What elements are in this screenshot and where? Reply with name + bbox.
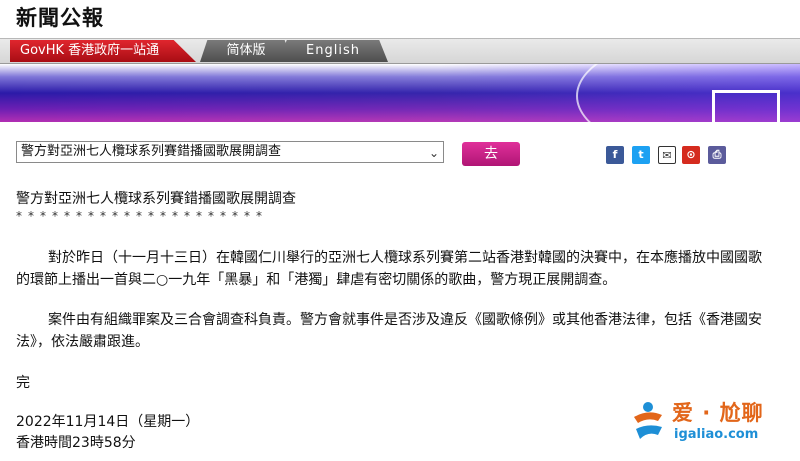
weibo-share-icon[interactable]: ⊙ [682,146,700,164]
article-title: 警方對亞洲七人欖球系列賽錯播國歌展開調查 [16,191,296,207]
watermark-url: igaliao.com [674,427,759,442]
simplified-chinese-link[interactable]: 简体版 [200,40,292,62]
english-link[interactable]: English [278,40,388,62]
end-mark: 完 [16,375,30,391]
press-release-select[interactable]: 警方對亞洲七人欖球系列賽錯播國歌展開調查 ⌄ [16,141,444,163]
page-title: 新聞公報 [16,6,104,30]
banner-decoration [576,64,800,122]
govhk-link[interactable]: GovHK 香港政府一站通 [10,40,196,62]
header-banner [0,64,800,122]
chevron-down-icon: ⌄ [428,146,439,160]
print-icon[interactable]: ⎙ [708,146,726,164]
watermark-text: 爱 · 尬聊 [672,401,764,425]
publish-date: 2022年11月14日（星期一） [16,414,200,430]
banner-decoration [712,90,780,93]
go-button[interactable]: 去 [462,142,520,166]
twitter-share-icon[interactable]: t [632,146,650,164]
publish-time: 香港時間23時58分 [16,435,136,451]
facebook-share-icon[interactable]: f [606,146,624,164]
top-navigation-bar: GovHK 香港政府一站通 简体版 English [0,38,800,64]
banner-decoration [712,90,715,122]
watermark: 爱 · 尬聊 igaliao.com [628,395,790,451]
watermark-logo-icon [634,402,662,439]
email-share-icon[interactable]: ✉ [658,146,676,164]
article-paragraph: 案件由有組織罪案及三合會調查科負責。警方會就事件是否涉及違反《國歌條例》或其他香… [16,312,762,350]
banner-decoration [777,90,780,122]
article-paragraph: 對於昨日（十一月十三日）在韓國仁川舉行的亞洲七人欖球系列賽第二站香港對韓國的決賽… [16,250,762,288]
title-separator: ********************* [16,209,268,223]
select-value: 警方對亞洲七人欖球系列賽錯播國歌展開調查 [21,144,282,159]
